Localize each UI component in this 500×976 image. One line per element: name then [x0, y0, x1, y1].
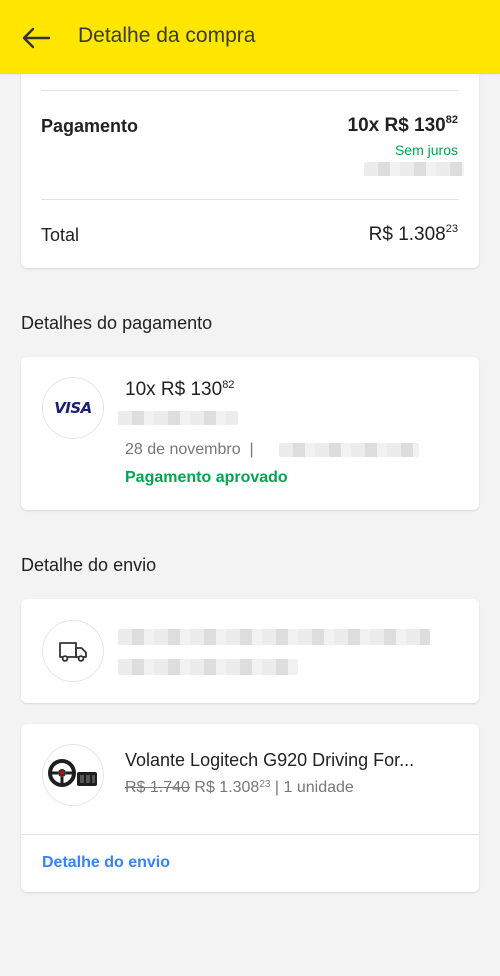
payment-details-card: VISA 10x R$ 13082 28 de novembro | Pagam…: [21, 357, 479, 510]
product-old-price: R$ 1.740: [125, 779, 190, 796]
interest-free-note: Sem juros: [394, 142, 458, 158]
product-current-price-cents: 23: [259, 779, 271, 790]
product-card: Volante Logitech G920 Driving For... R$ …: [21, 724, 479, 892]
back-button[interactable]: [18, 20, 54, 56]
product-current-price: R$ 1.30823: [194, 779, 270, 796]
payment-amount-main: 10x R$ 130: [347, 115, 446, 136]
product-price: R$ 1.740 R$ 1.30823 | 1 unidade: [125, 779, 354, 797]
total-label: Total: [41, 225, 80, 245]
shipping-address-card[interactable]: [21, 599, 479, 703]
payment-date: 28 de novembro |: [125, 441, 254, 459]
app-bar: Detalhe da compra: [0, 0, 500, 74]
arrow-left-icon: [22, 27, 51, 49]
redacted-text: [364, 162, 464, 176]
payment-installments-cents: 82: [222, 379, 235, 391]
product-title[interactable]: Volante Logitech G920 Driving For...: [125, 750, 414, 771]
payment-details-title: Detalhes do pagamento: [21, 313, 213, 333]
divider: [21, 834, 479, 835]
product-quantity: | 1 unidade: [274, 779, 354, 796]
page-title: Detalhe da compra: [78, 24, 256, 47]
total-amount-cents: 23: [445, 223, 458, 235]
divider: [41, 90, 459, 91]
total-amount: R$ 1.30823: [368, 223, 458, 246]
truck-icon: [59, 642, 87, 662]
redacted-text: [279, 443, 419, 457]
payment-amount: 10x R$ 13082: [347, 114, 459, 137]
product-current-price-main: R$ 1.308: [194, 779, 260, 796]
purchase-summary-card: Pagamento 10x R$ 13082 Sem juros Total R…: [21, 60, 479, 268]
steering-wheel-icon: [48, 759, 97, 787]
divider: [41, 199, 459, 200]
payment-installments: 10x R$ 13082: [125, 379, 234, 401]
visa-icon: VISA: [54, 399, 92, 417]
redacted-address: [118, 659, 298, 675]
redacted-address: [118, 629, 430, 645]
redacted-text: [118, 411, 238, 425]
shipping-details-link[interactable]: Detalhe do envio: [42, 854, 170, 872]
total-amount-main: R$ 1.308: [368, 224, 446, 245]
shipping-details-title: Detalhe do envio: [21, 555, 157, 575]
product-thumbnail[interactable]: [42, 744, 104, 806]
payment-status: Pagamento aprovado: [125, 469, 288, 486]
payment-installments-main: 10x R$ 130: [125, 379, 223, 400]
payment-date-separator: |: [249, 441, 254, 458]
payment-amount-cents: 82: [445, 114, 458, 126]
payment-date-text: 28 de novembro: [125, 441, 241, 458]
truck-icon-circle: [42, 620, 104, 682]
card-brand-logo: VISA: [42, 377, 104, 439]
payment-label: Pagamento: [41, 116, 139, 136]
